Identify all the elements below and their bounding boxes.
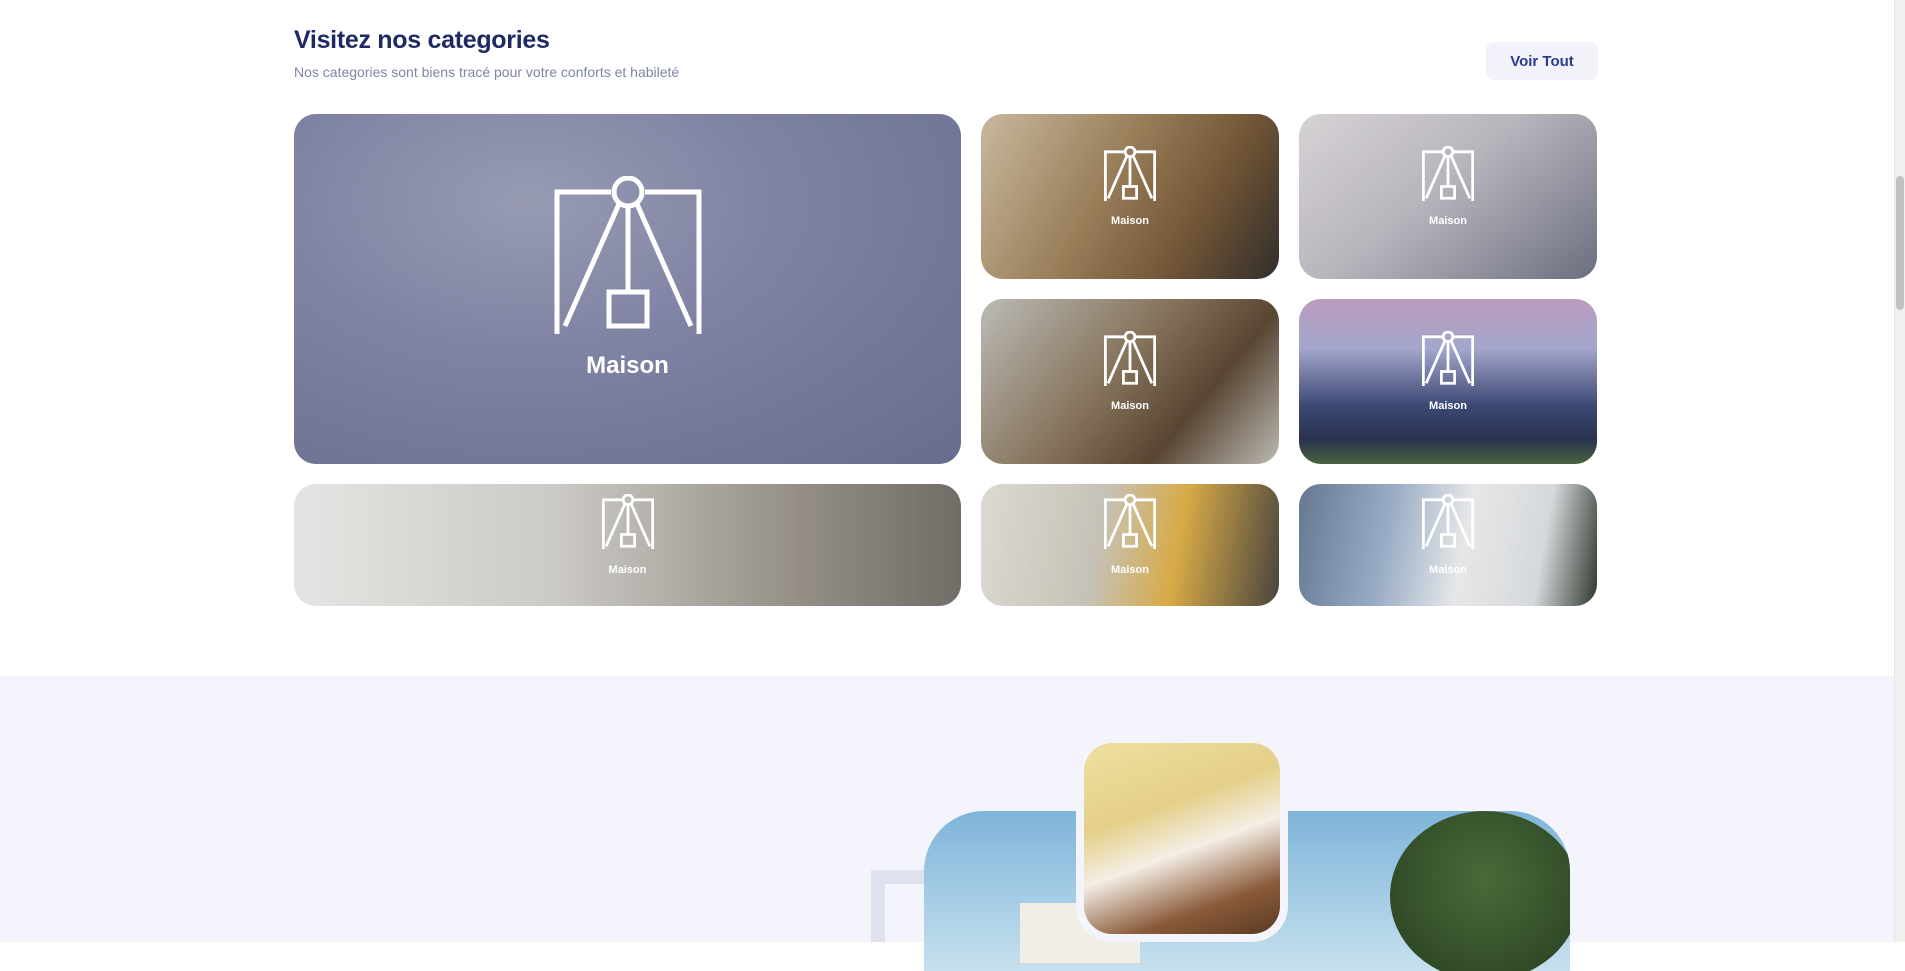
category-label: Maison — [608, 564, 647, 576]
view-all-button[interactable]: Voir Tout — [1486, 42, 1598, 80]
category-card[interactable]: Maison — [1299, 484, 1597, 606]
category-card[interactable]: Maison — [294, 114, 961, 464]
category-label: Maison — [586, 352, 669, 379]
architecture-compass-icon — [1422, 146, 1474, 202]
category-card[interactable]: Maison — [294, 484, 961, 606]
section-title: Visitez nos categories — [294, 26, 550, 54]
section-subtitle: Nos categories sont biens tracé pour vot… — [294, 64, 680, 80]
architecture-compass-icon — [601, 494, 654, 550]
category-label: Maison — [1111, 400, 1149, 412]
category-card[interactable]: Maison — [1299, 114, 1597, 279]
category-label: Maison — [1111, 564, 1149, 576]
category-label: Maison — [1429, 215, 1467, 227]
architecture-compass-icon — [1104, 331, 1156, 387]
scrollbar-thumb[interactable] — [1896, 176, 1904, 310]
page-scrollbar[interactable] — [1894, 0, 1905, 942]
category-card[interactable]: Maison — [981, 484, 1279, 606]
architecture-compass-icon — [554, 176, 701, 334]
staircase-image-frame — [1076, 735, 1288, 942]
category-label: Maison — [1429, 564, 1467, 576]
architecture-compass-icon — [1422, 494, 1474, 550]
category-label: Maison — [1429, 400, 1467, 412]
categories-section: Visitez nos categories Nos categories so… — [0, 0, 1895, 676]
architecture-compass-icon — [1104, 494, 1156, 550]
category-card[interactable]: Maison — [981, 299, 1279, 464]
category-card[interactable]: Maison — [1299, 299, 1597, 464]
category-card[interactable]: Maison — [981, 114, 1279, 279]
architecture-compass-icon — [1422, 331, 1474, 387]
category-label: Maison — [1111, 215, 1149, 227]
staircase-image — [1084, 743, 1280, 934]
decorative-frame — [871, 870, 927, 942]
architecture-compass-icon — [1104, 146, 1156, 202]
